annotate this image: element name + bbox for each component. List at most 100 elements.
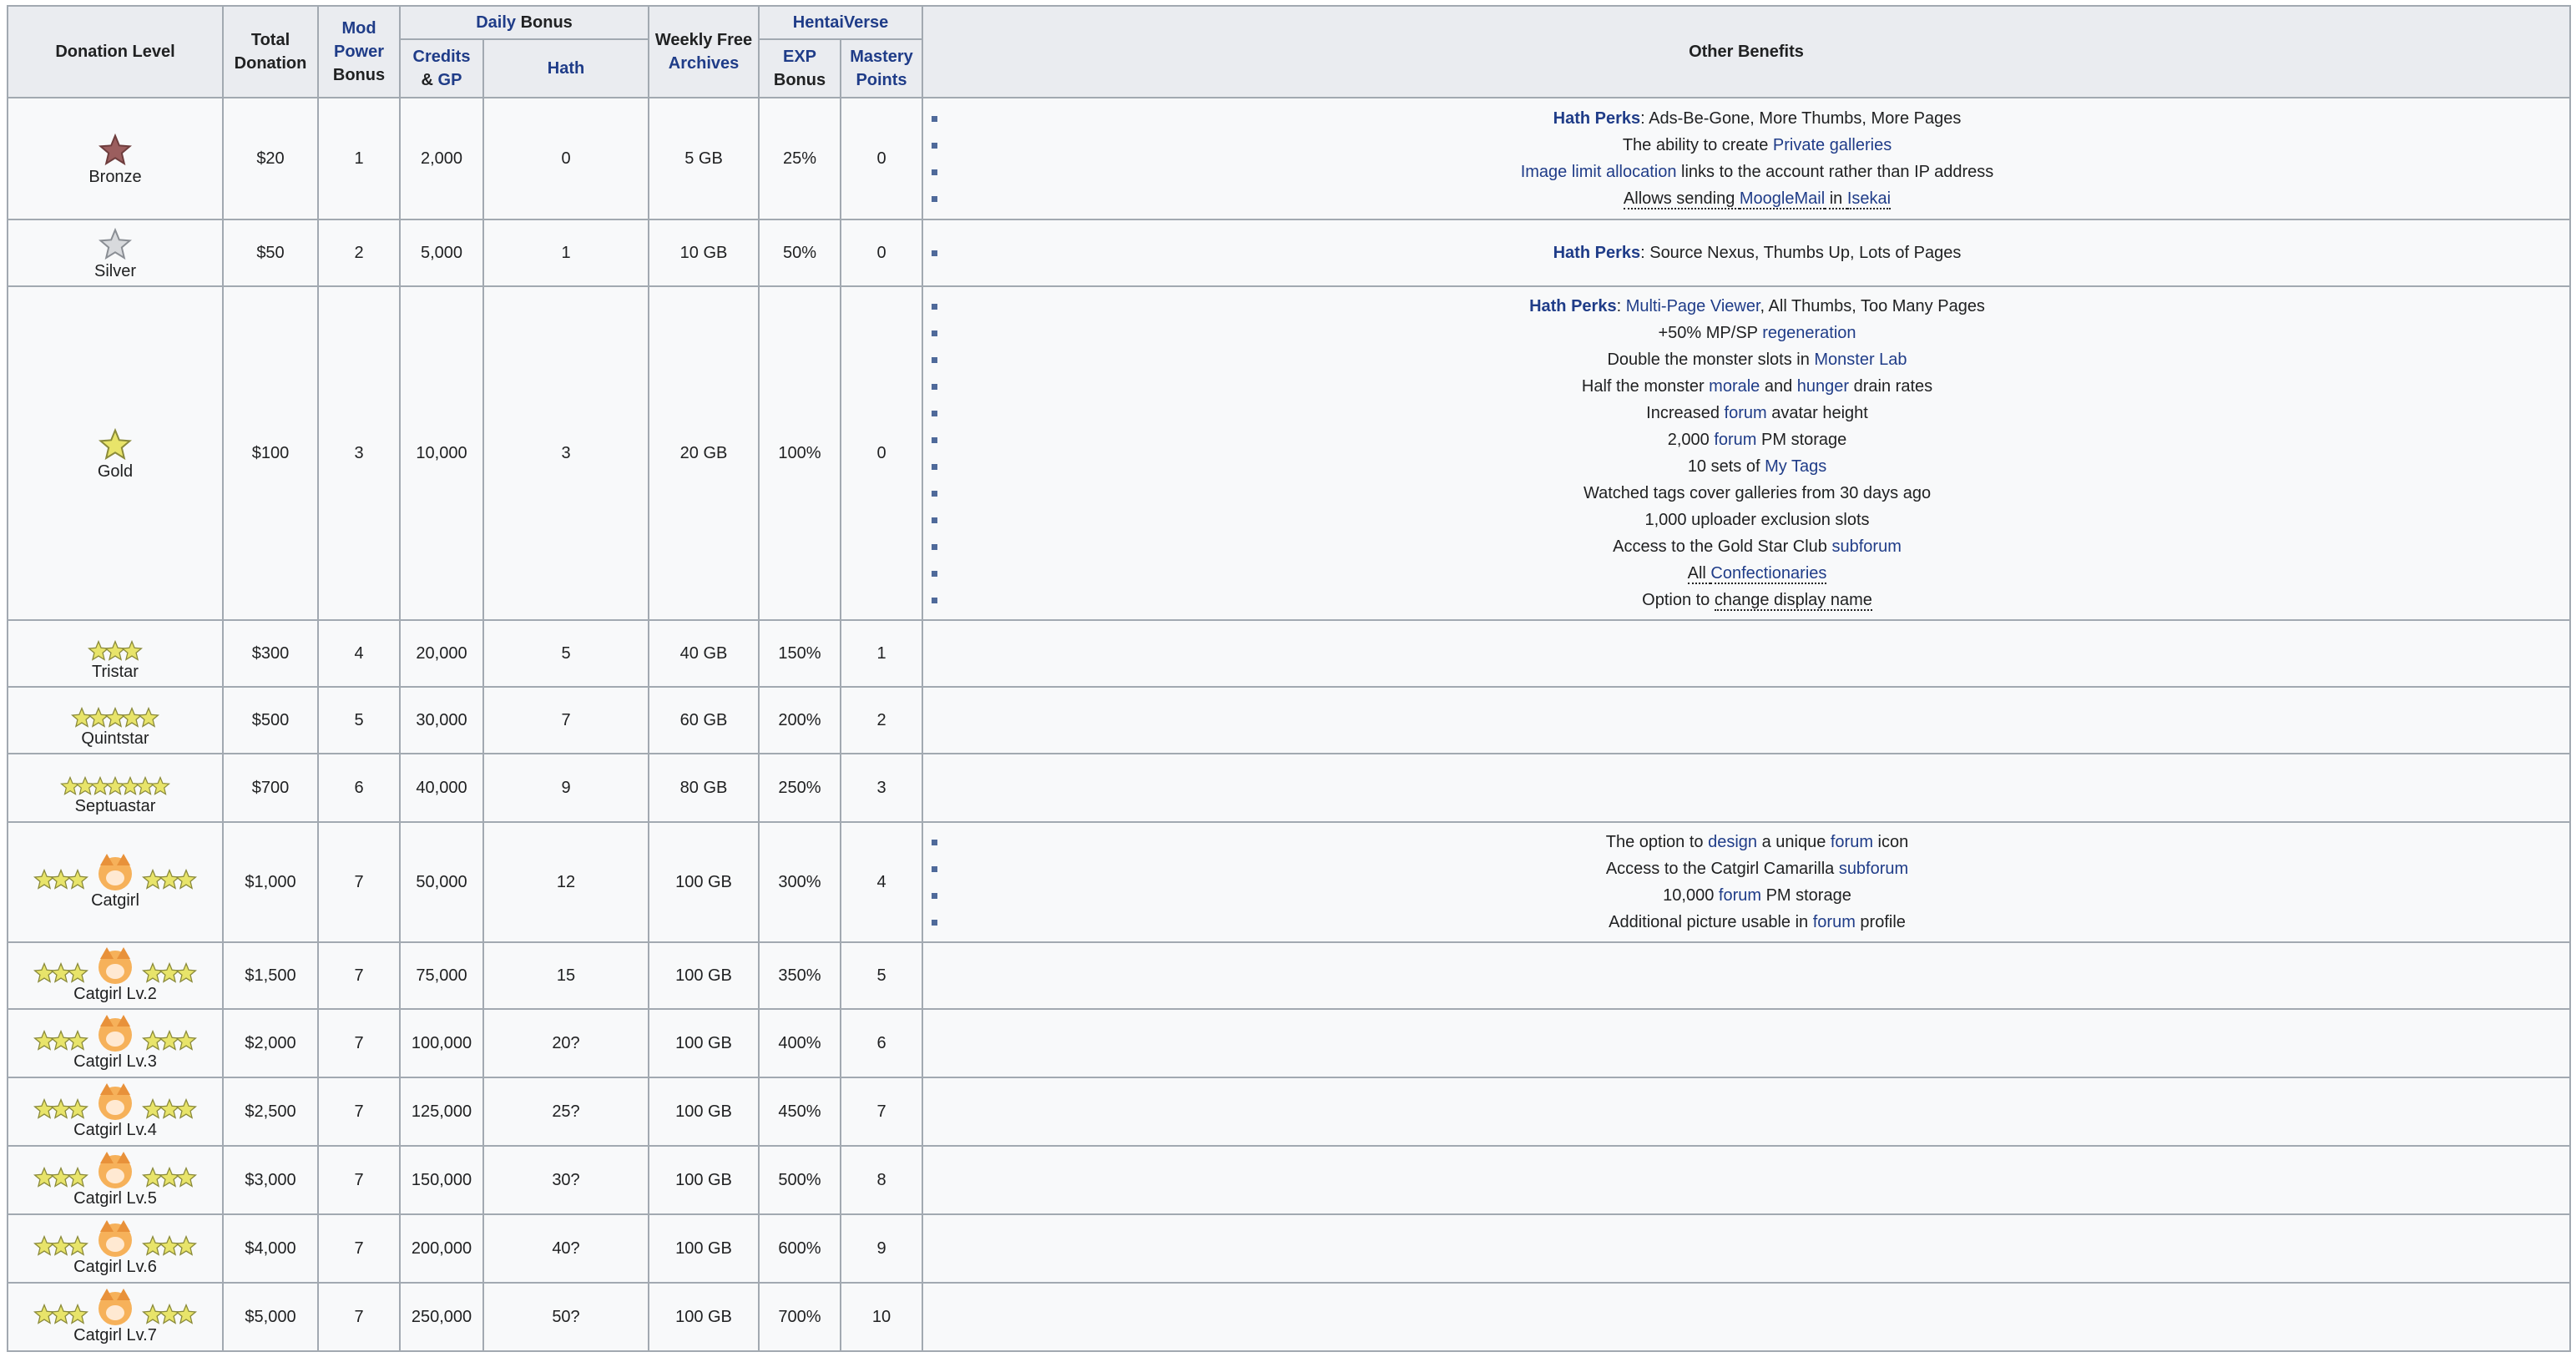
- benefit-text: Half the monster: [1581, 377, 1710, 396]
- daily-link[interactable]: Daily: [476, 13, 516, 32]
- weekly-archives-cell: 10 GB: [648, 219, 760, 287]
- benefit-link[interactable]: MoogleMail: [1739, 189, 1826, 209]
- benefit-text: 10 sets of: [1687, 457, 1765, 476]
- benefits-list: Hath Perks: Ads-Be-Gone, More Thumbs, Mo…: [928, 105, 2564, 212]
- donation-level-cell: Septuastar: [7, 753, 224, 823]
- benefit-link[interactable]: Hath Perks: [1553, 109, 1641, 128]
- benefit-link[interactable]: morale: [1709, 377, 1760, 396]
- table-row: Tristar $300 4 20,000 5 40 GB 150% 1: [7, 619, 2571, 688]
- benefit-text: : Ads-Be-Gone, More Thumbs, More Pages: [1640, 109, 1962, 128]
- gp-link[interactable]: GP: [438, 71, 462, 89]
- credits-gp-cell: 150,000: [399, 1145, 484, 1215]
- benefit-link[interactable]: forum: [1813, 913, 1856, 931]
- donation-level-name: Bronze: [88, 168, 142, 186]
- benefit-link[interactable]: regeneration: [1762, 324, 1856, 342]
- weekly-archives-cell: 100 GB: [648, 1282, 760, 1352]
- benefit-link[interactable]: Image limit allocation: [1521, 163, 1677, 181]
- table-row: Catgirl $1,000 7 50,000 12 100 GB 300% 4 The opt…: [7, 821, 2571, 943]
- list-item: Hath Perks: Source Nexus, Thumbs Up, Lot…: [928, 240, 2564, 266]
- benefit-link[interactable]: design: [1708, 833, 1757, 851]
- weekly-archives-cell: 100 GB: [648, 1145, 760, 1215]
- benefit-link[interactable]: Isekai: [1846, 189, 1892, 209]
- hath-cell: 9: [482, 753, 649, 823]
- donation-level-name: Catgirl Lv.3: [73, 1052, 157, 1071]
- benefit-text[interactable]: in: [1825, 189, 1847, 209]
- exp-link[interactable]: EXP: [783, 48, 816, 66]
- gold-star-icon: [67, 1304, 88, 1324]
- exp-bonus-cell: 600%: [758, 1213, 841, 1284]
- hath-cell: 15: [482, 941, 649, 1010]
- exp-bonus-suffix: Bonus: [773, 71, 826, 89]
- donation-level-cell: Catgirl Lv.2: [7, 941, 224, 1010]
- benefit-link[interactable]: Private galleries: [1773, 136, 1892, 154]
- list-item: +50% MP/SP regeneration: [928, 320, 2564, 346]
- benefit-text: :: [1616, 297, 1626, 315]
- gold-star-icon: [67, 962, 88, 983]
- benefit-text: avatar height: [1766, 404, 1868, 422]
- gold-star-icon: [175, 1030, 197, 1051]
- header-exp-bonus: EXP Bonus: [758, 38, 841, 98]
- benefit-link[interactable]: My Tags: [1765, 457, 1826, 476]
- other-benefits-cell: Hath Perks: Ads-Be-Gone, More Thumbs, Mo…: [922, 97, 2571, 220]
- benefit-link[interactable]: Hath Perks: [1553, 244, 1641, 262]
- benefit-text[interactable]: All: [1687, 564, 1711, 584]
- benefit-link[interactable]: forum: [1714, 431, 1756, 449]
- hath-cell: 7: [482, 686, 649, 754]
- weekly-archives-cell: 100 GB: [648, 1008, 760, 1078]
- benefit-link[interactable]: Monster Lab: [1814, 351, 1907, 369]
- list-item: Option to change display name: [928, 587, 2564, 613]
- gold-star-icon: [67, 1098, 88, 1119]
- benefit-link[interactable]: Multi-Page Viewer: [1626, 297, 1760, 315]
- donation-level-name: Catgirl Lv.2: [73, 985, 157, 1003]
- hath-cell: 20?: [482, 1008, 649, 1078]
- mastery-points-cell: 0: [839, 285, 924, 621]
- benefit-link[interactable]: forum: [1719, 886, 1761, 905]
- benefit-text[interactable]: Allows sending: [1623, 189, 1740, 209]
- benefit-text: The option to: [1605, 833, 1709, 851]
- benefit-text[interactable]: change display name: [1714, 591, 1872, 611]
- mod-power-cell: 7: [317, 1145, 401, 1215]
- mod-power-suffix: Bonus: [332, 66, 386, 84]
- mod-power-link[interactable]: Mod Power: [334, 19, 384, 61]
- benefit-link[interactable]: forum: [1725, 404, 1767, 422]
- benefit-text: : Source Nexus, Thumbs Up, Lots of Pages: [1640, 244, 1962, 262]
- benefit-text: Access to the Gold Star Club: [1613, 537, 1832, 556]
- catgirl-icon: [13, 854, 217, 890]
- credits-link[interactable]: Credits: [413, 48, 471, 66]
- benefit-link[interactable]: forum: [1831, 833, 1873, 851]
- hath-cell: 1: [482, 219, 649, 287]
- mastery-points-cell: 0: [839, 219, 924, 287]
- benefit-link[interactable]: subforum: [1839, 860, 1908, 878]
- mod-power-cell: 7: [317, 1077, 401, 1147]
- other-benefits-cell: [922, 619, 2571, 688]
- quintstar-icon: [13, 692, 217, 729]
- benefit-link[interactable]: Confectionaries: [1710, 564, 1827, 584]
- hath-link[interactable]: Hath: [548, 59, 584, 78]
- list-item: 2,000 forum PM storage: [928, 426, 2564, 453]
- benefits-list: Hath Perks: Multi-Page Viewer, All Thumb…: [928, 293, 2564, 613]
- mastery-points-cell: 0: [839, 97, 924, 220]
- catgirl-face-icon: [98, 854, 132, 890]
- donation-level-name: Catgirl Lv.5: [73, 1189, 157, 1208]
- list-item: All Confectionaries: [928, 560, 2564, 587]
- benefit-link[interactable]: hunger: [1797, 377, 1849, 396]
- exp-bonus-cell: 50%: [758, 219, 841, 287]
- archives-link[interactable]: Archives: [669, 54, 740, 73]
- benefit-text: profile: [1855, 913, 1906, 931]
- total-donation-cell: $2,000: [222, 1008, 319, 1078]
- benefit-link[interactable]: subforum: [1831, 537, 1901, 556]
- exp-bonus-cell: 500%: [758, 1145, 841, 1215]
- total-donation-cell: $1,000: [222, 821, 319, 943]
- total-donation-cell: $50: [222, 219, 319, 287]
- benefit-link[interactable]: Hath Perks: [1529, 297, 1617, 315]
- daily-bonus-suffix: Bonus: [520, 13, 573, 32]
- mastery-points-link[interactable]: Mastery Points: [850, 48, 913, 89]
- exp-bonus-cell: 100%: [758, 285, 841, 621]
- credits-gp-cell: 40,000: [399, 753, 484, 823]
- weekly-archives-cell: 5 GB: [648, 97, 760, 220]
- hath-cell: 40?: [482, 1213, 649, 1284]
- hentaiverse-link[interactable]: HentaiVerse: [793, 13, 889, 32]
- mastery-points-cell: 4: [839, 821, 924, 943]
- total-donation-cell: $4,000: [222, 1213, 319, 1284]
- list-item: Double the monster slots in Monster Lab: [928, 346, 2564, 373]
